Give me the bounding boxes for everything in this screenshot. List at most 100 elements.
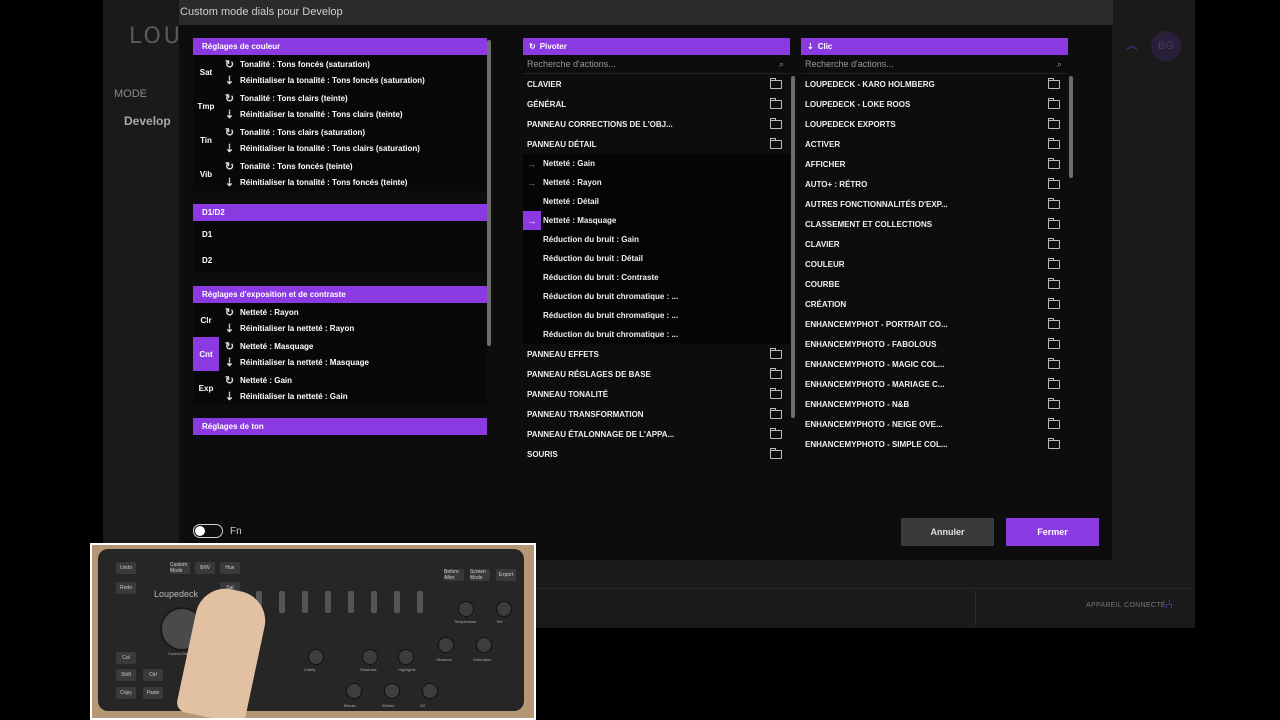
- category-item[interactable]: PANNEAU DÉTAIL: [523, 134, 790, 154]
- rotate-icon: ↻: [224, 306, 235, 319]
- category-item[interactable]: ENHANCEMYPHOTO - SIMPLE COL...: [801, 434, 1068, 454]
- action-label: Netteté : Masquage: [543, 216, 617, 225]
- action-wrap: → Netteté : Masquage: [523, 211, 617, 230]
- dial-row[interactable]: Exp ↻ Netteté : Gain ⇣ Réinitialiser la nett…: [193, 371, 487, 405]
- dial-row[interactable]: Vib ↻ Tonalité : Tons foncés (teinte) ⇣ Réin…: [193, 157, 487, 191]
- rotate-action[interactable]: ↻ Tonalité : Tons clairs (saturation): [223, 124, 487, 140]
- action-item[interactable]: → Netteté : Masquage: [523, 211, 790, 230]
- action-item[interactable]: Réduction du bruit chromatique : ...: [523, 287, 790, 306]
- device-label: Blacks: [344, 703, 356, 708]
- click-action[interactable]: ⇣ Réinitialiser la tonalité : Tons foncés…: [223, 174, 487, 190]
- category-item[interactable]: AUTO+ : RÉTRO: [801, 174, 1068, 194]
- rotate-action[interactable]: ↻ Netteté : Rayon: [223, 304, 487, 320]
- dial-row[interactable]: Tmp ↻ Tonalité : Tons clairs (teinte) ⇣ Réin…: [193, 89, 487, 123]
- category-item[interactable]: PANNEAU TRANSFORMATION: [523, 404, 790, 424]
- click-search-input[interactable]: Recherche d'actions... ⌕: [801, 55, 1068, 74]
- action-item[interactable]: Réduction du bruit : Contraste: [523, 268, 790, 287]
- action-wrap: Réduction du bruit chromatique : ...: [527, 311, 678, 320]
- action-item[interactable]: Réduction du bruit chromatique : ...: [523, 306, 790, 325]
- click-action[interactable]: ⇣ Réinitialiser la netteté : Masquage: [223, 354, 487, 370]
- category-item[interactable]: CLAVIER: [523, 74, 790, 94]
- dial-actions: ↻ Netteté : Masquage ⇣ Réinitialiser la net…: [219, 338, 487, 370]
- folder-icon: [1048, 437, 1060, 449]
- left-scrollbar[interactable]: [487, 40, 491, 346]
- mode-value[interactable]: Develop: [124, 114, 171, 128]
- device-label: D2: [420, 703, 426, 708]
- category-item[interactable]: ENHANCEMYPHOTO - N&B: [801, 394, 1068, 414]
- action-label: Netteté : Gain: [543, 159, 596, 168]
- category-item[interactable]: ACTIVER: [801, 134, 1068, 154]
- cancel-button[interactable]: Annuler: [901, 518, 994, 546]
- device-key: Redo: [116, 582, 136, 594]
- category-item[interactable]: LOUPEDECK EXPORTS: [801, 114, 1068, 134]
- folder-icon: [770, 387, 782, 399]
- device-knob: [308, 649, 324, 665]
- category-item[interactable]: ENHANCEMYPHOTO - MARIAGE C...: [801, 374, 1068, 394]
- action-item[interactable]: Réduction du bruit : Gain: [523, 230, 790, 249]
- category-item[interactable]: CRÉATION: [801, 294, 1068, 314]
- close-button[interactable]: Fermer: [1006, 518, 1099, 546]
- action-item[interactable]: Netteté : Détail: [523, 192, 790, 211]
- action-label: Réduction du bruit : Détail: [543, 254, 643, 263]
- category-item[interactable]: CLASSEMENT ET COLLECTIONS: [801, 214, 1068, 234]
- chevron-up-icon[interactable]: ︿: [1126, 36, 1138, 53]
- dial-row[interactable]: Tin ↻ Tonalité : Tons clairs (saturation) ⇣…: [193, 123, 487, 157]
- folder-icon: [1048, 197, 1060, 209]
- rotate-action[interactable]: ↻ Netteté : Gain: [223, 372, 487, 388]
- rotate-actions-column: ↻ Pivoter Recherche d'actions... ⌕ CLAVI…: [523, 38, 790, 464]
- action-item[interactable]: Réduction du bruit chromatique : ...: [523, 325, 790, 344]
- device-key: Copy: [116, 687, 136, 699]
- category-item[interactable]: GÉNÉRAL: [523, 94, 790, 114]
- folder-icon: [1048, 77, 1060, 89]
- action-item[interactable]: → Netteté : Rayon: [523, 173, 790, 192]
- category-item[interactable]: COULEUR: [801, 254, 1068, 274]
- rotate-action[interactable]: ↻ Tonalité : Tons foncés (saturation): [223, 56, 487, 72]
- category-item[interactable]: PANNEAU CORRECTIONS DE L'OBJ...: [523, 114, 790, 134]
- rotate-action[interactable]: ↻ Tonalité : Tons clairs (teinte): [223, 90, 487, 106]
- category-item[interactable]: ENHANCEMYPHOTO - NEIGE OVE...: [801, 414, 1068, 434]
- search-icon[interactable]: ⌕: [1057, 59, 1062, 70]
- category-item[interactable]: PANNEAU RÉGLAGES DE BASE: [523, 364, 790, 384]
- category-item[interactable]: PANNEAU ÉTALONNAGE DE L'APPA...: [523, 424, 790, 444]
- fn-toggle[interactable]: [193, 524, 223, 538]
- dial-row[interactable]: D2: [193, 247, 487, 273]
- click-scrollbar[interactable]: [1069, 76, 1073, 178]
- category-item[interactable]: CLAVIER: [801, 234, 1068, 254]
- category-item[interactable]: PANNEAU EFFETS: [523, 344, 790, 364]
- dial-row[interactable]: Clr ↻ Netteté : Rayon ⇣ Réinitialiser la net…: [193, 303, 487, 337]
- action-item[interactable]: Réduction du bruit : Détail: [523, 249, 790, 268]
- device-status-text: APPAREIL CONNECTÉ: [1086, 602, 1166, 609]
- avatar[interactable]: BG: [1151, 31, 1181, 61]
- click-action[interactable]: ⇣ Réinitialiser la netteté : Gain: [223, 388, 487, 404]
- category-label: LOUPEDECK EXPORTS: [805, 119, 896, 129]
- category-item[interactable]: LOUPEDECK - LOKE ROOS: [801, 94, 1068, 114]
- category-item[interactable]: AUTRES FONCTIONNALITÉS D'EXP...: [801, 194, 1068, 214]
- click-action[interactable]: ⇣ Réinitialiser la tonalité : Tons clairs…: [223, 140, 487, 156]
- click-action[interactable]: ⇣ Réinitialiser la tonalité : Tons clairs…: [223, 106, 487, 122]
- category-item[interactable]: AFFICHER: [801, 154, 1068, 174]
- action-wrap: → Netteté : Rayon: [527, 178, 602, 188]
- dial-row[interactable]: D1: [193, 221, 487, 247]
- click-action[interactable]: ⇣ Réinitialiser la tonalité : Tons foncés…: [223, 72, 487, 88]
- category-item[interactable]: COURBE: [801, 274, 1068, 294]
- category-item[interactable]: PANNEAU TONALITÉ: [523, 384, 790, 404]
- category-item[interactable]: LOUPEDECK - KARO HOLMBERG: [801, 74, 1068, 94]
- rotate-action[interactable]: ↻ Netteté : Masquage: [223, 338, 487, 354]
- search-icon[interactable]: ⌕: [779, 59, 784, 70]
- rotate-scrollbar[interactable]: [791, 76, 795, 418]
- dial-row[interactable]: Cnt ↻ Netteté : Masquage ⇣ Réinitialiser la …: [193, 337, 487, 371]
- device-label: Shadows: [360, 667, 377, 672]
- category-item[interactable]: SOURIS: [523, 444, 790, 464]
- action-item[interactable]: → Netteté : Gain: [523, 154, 790, 173]
- press-icon: ⇣: [224, 74, 235, 87]
- category-label: LOUPEDECK - LOKE ROOS: [805, 99, 911, 109]
- device-slider: [394, 591, 400, 613]
- category-item[interactable]: ENHANCEMYPHOT - PORTRAIT CO...: [801, 314, 1068, 334]
- rotate-action[interactable]: ↻ Tonalité : Tons foncés (teinte): [223, 158, 487, 174]
- click-action[interactable]: ⇣ Réinitialiser la netteté : Rayon: [223, 320, 487, 336]
- rotate-search-input[interactable]: Recherche d'actions... ⌕: [523, 55, 790, 74]
- dial-row[interactable]: Sat ↻ Tonalité : Tons foncés (saturation) ⇣…: [193, 55, 487, 89]
- category-item[interactable]: ENHANCEMYPHOTO - FABOLOUS: [801, 334, 1068, 354]
- rotate-icon: ↻: [224, 374, 235, 387]
- category-item[interactable]: ENHANCEMYPHOTO - MAGIC COL...: [801, 354, 1068, 374]
